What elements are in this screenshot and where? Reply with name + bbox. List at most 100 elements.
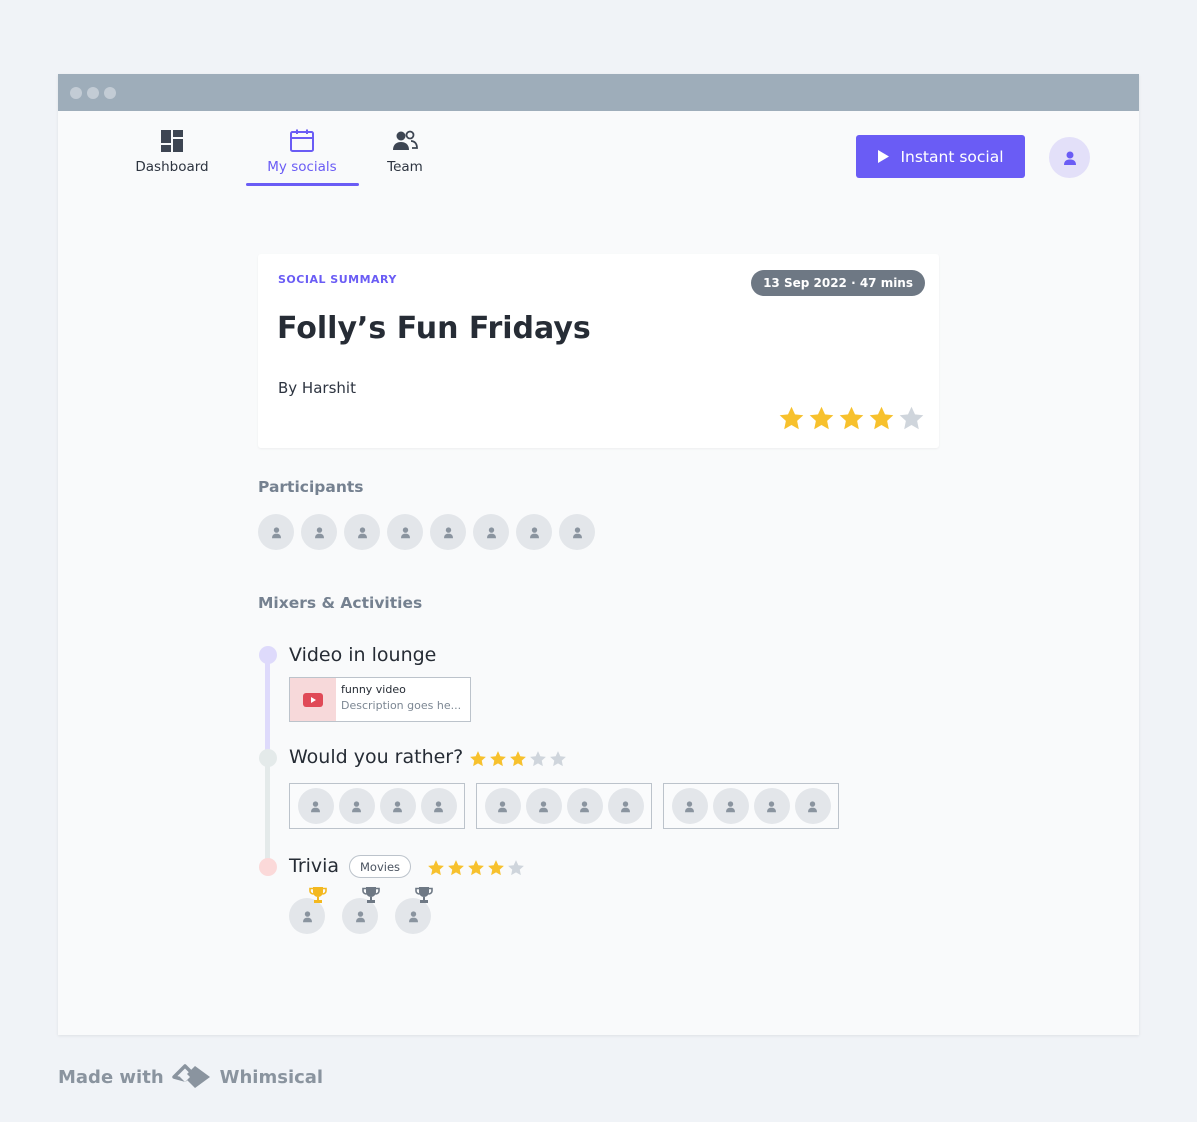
participant-avatar[interactable]	[387, 514, 423, 550]
user-icon	[498, 800, 507, 812]
user-icon	[357, 526, 367, 538]
social-rating	[778, 405, 925, 432]
user-icon	[767, 800, 776, 812]
group-member-avatar[interactable]	[420, 788, 457, 824]
nav-my-socials[interactable]: My socials	[246, 129, 358, 175]
breakout-group[interactable]	[476, 783, 652, 829]
video-text: funny video Description goes he...	[336, 678, 461, 721]
participant-avatar[interactable]	[344, 514, 380, 550]
participants-heading: Participants	[258, 478, 364, 496]
breakout-group[interactable]	[289, 783, 465, 829]
activity-title: Trivia	[289, 855, 340, 877]
user-icon	[808, 800, 817, 812]
trophy-gold-icon	[309, 887, 327, 903]
dashboard-icon	[161, 130, 183, 152]
participant-avatar[interactable]	[559, 514, 595, 550]
group-member-avatar[interactable]	[607, 788, 644, 824]
star-filled-icon	[468, 860, 484, 876]
window-dot	[87, 86, 99, 99]
activity-rating	[469, 750, 567, 768]
whimsical-logo-icon	[171, 1064, 210, 1088]
participant-avatar[interactable]	[516, 514, 552, 550]
play-icon	[878, 150, 890, 163]
activity-rating	[427, 859, 525, 877]
nav-label-my-socials: My socials	[267, 159, 337, 175]
window-dot	[70, 86, 82, 99]
card-eyebrow: SOCIAL SUMMARY	[278, 273, 397, 286]
star-empty-icon	[530, 751, 546, 767]
participant-avatar[interactable]	[430, 514, 466, 550]
trophy-bronze-icon	[415, 887, 433, 903]
star-empty-icon	[899, 406, 924, 430]
participant-avatar[interactable]	[301, 514, 337, 550]
group-member-avatar[interactable]	[297, 788, 334, 824]
nav-team[interactable]: Team	[349, 129, 461, 175]
participant-avatar[interactable]	[473, 514, 509, 550]
social-summary-card: SOCIAL SUMMARY 13 Sep 2022 · 47 mins Fol…	[258, 254, 939, 448]
activity-title: Would you rather?	[289, 746, 464, 768]
social-host: By Harshit	[278, 379, 356, 397]
calendar-icon	[290, 129, 314, 152]
activities-timeline: Video in lounge funny video Description …	[258, 644, 938, 966]
user-icon	[539, 800, 548, 812]
made-with-label: Made with	[58, 1066, 164, 1088]
active-tab-indicator	[246, 183, 359, 186]
whimsical-brand: Whimsical	[219, 1066, 324, 1088]
group-member-avatar[interactable]	[484, 788, 521, 824]
winner-avatar[interactable]	[395, 887, 433, 934]
star-filled-icon	[428, 860, 444, 876]
window-titlebar	[58, 74, 1139, 111]
group-member-avatar[interactable]	[525, 788, 562, 824]
user-icon	[621, 800, 630, 812]
group-member-avatar[interactable]	[794, 788, 831, 824]
star-filled-icon	[839, 406, 864, 430]
user-icon	[529, 526, 539, 538]
star-empty-icon	[508, 860, 524, 876]
group-member-avatar[interactable]	[338, 788, 375, 824]
window-dot	[104, 86, 116, 99]
winner-avatar[interactable]	[289, 887, 327, 934]
timeline-line	[265, 759, 270, 864]
nav-label-dashboard: Dashboard	[135, 159, 209, 175]
star-filled-icon	[779, 406, 804, 430]
instant-social-button[interactable]: Instant social	[856, 135, 1025, 178]
star-filled-icon	[510, 751, 526, 767]
user-icon	[408, 910, 418, 922]
user-icon	[400, 526, 410, 538]
participant-avatar[interactable]	[258, 514, 294, 550]
star-filled-icon	[490, 751, 506, 767]
instant-social-label: Instant social	[900, 147, 1004, 166]
nav-dashboard[interactable]: Dashboard	[116, 129, 228, 175]
star-filled-icon	[448, 860, 464, 876]
trophy-silver-icon	[362, 887, 380, 903]
timeline-line	[265, 659, 270, 753]
team-icon	[393, 130, 418, 150]
video-description: Description goes he...	[341, 699, 462, 712]
footer-badge[interactable]: Made with Whimsical	[58, 1062, 323, 1092]
breakout-group[interactable]	[663, 783, 839, 829]
browser-window: Dashboard My socials Team Instant social	[58, 74, 1139, 1035]
breakout-groups	[289, 783, 839, 829]
user-icon	[302, 910, 312, 922]
winner-avatar[interactable]	[342, 887, 380, 934]
date-duration-badge: 13 Sep 2022 · 47 mins	[751, 270, 925, 296]
user-icon	[355, 910, 365, 922]
group-member-avatar[interactable]	[379, 788, 416, 824]
group-member-avatar[interactable]	[712, 788, 749, 824]
activity-title: Video in lounge	[289, 644, 437, 666]
user-icon	[443, 526, 453, 538]
user-icon	[726, 800, 735, 812]
group-member-avatar[interactable]	[671, 788, 708, 824]
group-member-avatar[interactable]	[566, 788, 603, 824]
category-tag: Movies	[349, 855, 412, 878]
group-member-avatar[interactable]	[753, 788, 790, 824]
youtube-icon	[303, 692, 323, 707]
user-icon	[572, 526, 582, 538]
nav-label-team: Team	[387, 159, 423, 175]
user-icon	[685, 800, 694, 812]
user-icon	[434, 800, 443, 812]
user-avatar[interactable]	[1049, 137, 1090, 178]
timeline-dot	[259, 858, 277, 876]
trivia-winners	[289, 887, 433, 934]
video-attachment[interactable]: funny video Description goes he...	[289, 677, 471, 722]
